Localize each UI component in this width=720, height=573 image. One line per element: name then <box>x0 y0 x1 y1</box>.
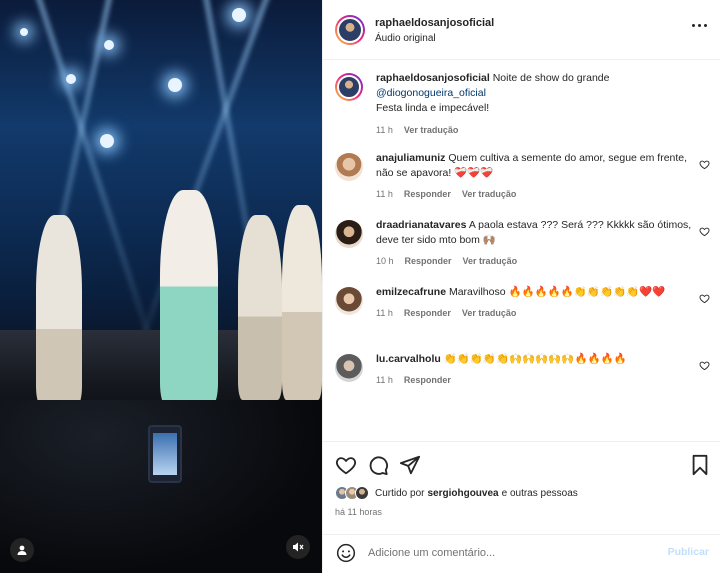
caption-username[interactable]: raphaeldosanjosoficial <box>376 72 490 84</box>
comment-username[interactable]: emilzecafrune <box>376 286 446 298</box>
stage-light <box>100 134 114 148</box>
singer-figure <box>160 190 218 405</box>
publish-button[interactable]: Publicar <box>668 546 709 558</box>
mute-button[interactable] <box>286 535 310 559</box>
add-comment-bar: Publicar <box>323 534 720 573</box>
comment-meta: 11 h Responder Ver tradução <box>376 306 696 321</box>
reply-button[interactable]: Responder <box>404 373 451 388</box>
reply-button[interactable]: Responder <box>404 187 451 202</box>
liked-by-user[interactable]: sergiohgouvea <box>427 488 498 499</box>
commenter-avatar[interactable] <box>335 354 363 382</box>
translate-link[interactable]: Ver tradução <box>462 306 517 321</box>
comment-input[interactable] <box>368 543 658 563</box>
post-header: raphaeldosanjosoficial Áudio original <box>323 0 720 60</box>
heart-icon[interactable] <box>699 226 710 237</box>
stage-light <box>104 40 114 50</box>
bookmark-icon[interactable] <box>689 454 711 476</box>
more-options-icon[interactable] <box>692 24 707 27</box>
tagged-user-button[interactable] <box>10 538 34 562</box>
author-avatar[interactable] <box>335 73 363 101</box>
reply-button[interactable]: Responder <box>404 306 451 321</box>
reply-button[interactable]: Responder <box>405 254 452 269</box>
tagged-user-icon <box>17 545 27 555</box>
stage-light <box>66 74 76 84</box>
comment-time: 11 h <box>376 189 393 199</box>
video-player[interactable] <box>0 0 322 573</box>
comment-username[interactable]: lu.carvalholu <box>376 353 441 365</box>
comment-text: 👏👏👏👏👏🙌🙌🙌🙌🙌🔥🔥🔥🔥 <box>443 353 627 365</box>
liker-avatar[interactable] <box>355 486 369 500</box>
translate-link[interactable]: Ver tradução <box>404 123 459 138</box>
author-username[interactable]: raphaeldosanjosoficial <box>375 17 494 29</box>
liked-by: Curtido por sergiohgouvea e outras pesso… <box>335 486 578 500</box>
translate-link[interactable]: Ver tradução <box>463 254 518 269</box>
commenter-avatar[interactable] <box>335 153 363 181</box>
audience-phone <box>148 425 182 483</box>
comment-body: draadrianatavares A paola estava ??? Ser… <box>376 218 696 269</box>
comment-time: 10 h <box>376 256 394 266</box>
caption-body: raphaeldosanjosoficial Noite de show do … <box>376 71 696 138</box>
comment-time: 11 h <box>376 308 393 318</box>
comment-meta: 11 h Responder Ver tradução <box>376 187 696 202</box>
caption-time: 11 h <box>376 125 393 135</box>
musician-figure <box>36 215 82 405</box>
comment-username[interactable]: anajuliamuniz <box>376 152 445 164</box>
comment-meta: 11 h Responder <box>376 373 696 388</box>
stage-light <box>168 78 182 92</box>
heart-icon[interactable] <box>699 159 710 170</box>
post-details-panel: raphaeldosanjosoficial Áudio original ra… <box>322 0 720 573</box>
stage-light <box>232 8 246 22</box>
translate-link[interactable]: Ver tradução <box>462 187 517 202</box>
post-timestamp[interactable]: há 11 horas <box>335 507 382 517</box>
instagram-post-modal: raphaeldosanjosoficial Áudio original ra… <box>0 0 720 573</box>
musician-figure <box>282 205 322 400</box>
caption-meta: 11 h Ver tradução <box>376 123 696 138</box>
comment-text: Maravilhoso 🔥🔥🔥🔥🔥👏👏👏👏👏❤️❤️ <box>448 286 666 298</box>
caption-mention[interactable]: @diogonogueira_oficial <box>376 86 696 101</box>
heart-icon[interactable] <box>335 454 357 476</box>
heart-icon[interactable] <box>699 360 710 371</box>
comment-meta: 10 h Responder Ver tradução <box>376 254 696 269</box>
audio-label[interactable]: Áudio original <box>375 33 436 44</box>
share-icon[interactable] <box>399 454 421 476</box>
liked-by-suffix[interactable]: e outras pessoas <box>502 488 578 499</box>
commenter-avatar[interactable] <box>335 220 363 248</box>
author-avatar[interactable] <box>335 15 365 45</box>
comment-icon[interactable] <box>367 454 389 476</box>
comment-time: 11 h <box>376 375 393 385</box>
musician-figure <box>238 215 282 400</box>
muted-speaker-icon <box>293 542 304 552</box>
heart-icon[interactable] <box>699 293 710 304</box>
comment-username[interactable]: draadrianatavares <box>376 219 466 231</box>
comments-list: raphaeldosanjosoficial Noite de show do … <box>323 61 720 441</box>
caption-text-line2: Festa linda e impecável! <box>376 102 490 114</box>
commenter-avatar[interactable] <box>335 287 363 315</box>
comment-body: anajuliamuniz Quem cultiva a semente do … <box>376 151 696 202</box>
stage-light <box>20 28 28 36</box>
liked-by-prefix: Curtido por <box>375 487 425 499</box>
comment-body: lu.carvalholu 👏👏👏👏👏🙌🙌🙌🙌🙌🔥🔥🔥🔥 11 h Respon… <box>376 352 696 388</box>
emoji-icon[interactable] <box>336 543 356 563</box>
caption-text: Noite de show do grande <box>492 72 610 84</box>
comment-body: emilzecafrune Maravilhoso 🔥🔥🔥🔥🔥👏👏👏👏👏❤️❤️… <box>376 285 696 321</box>
